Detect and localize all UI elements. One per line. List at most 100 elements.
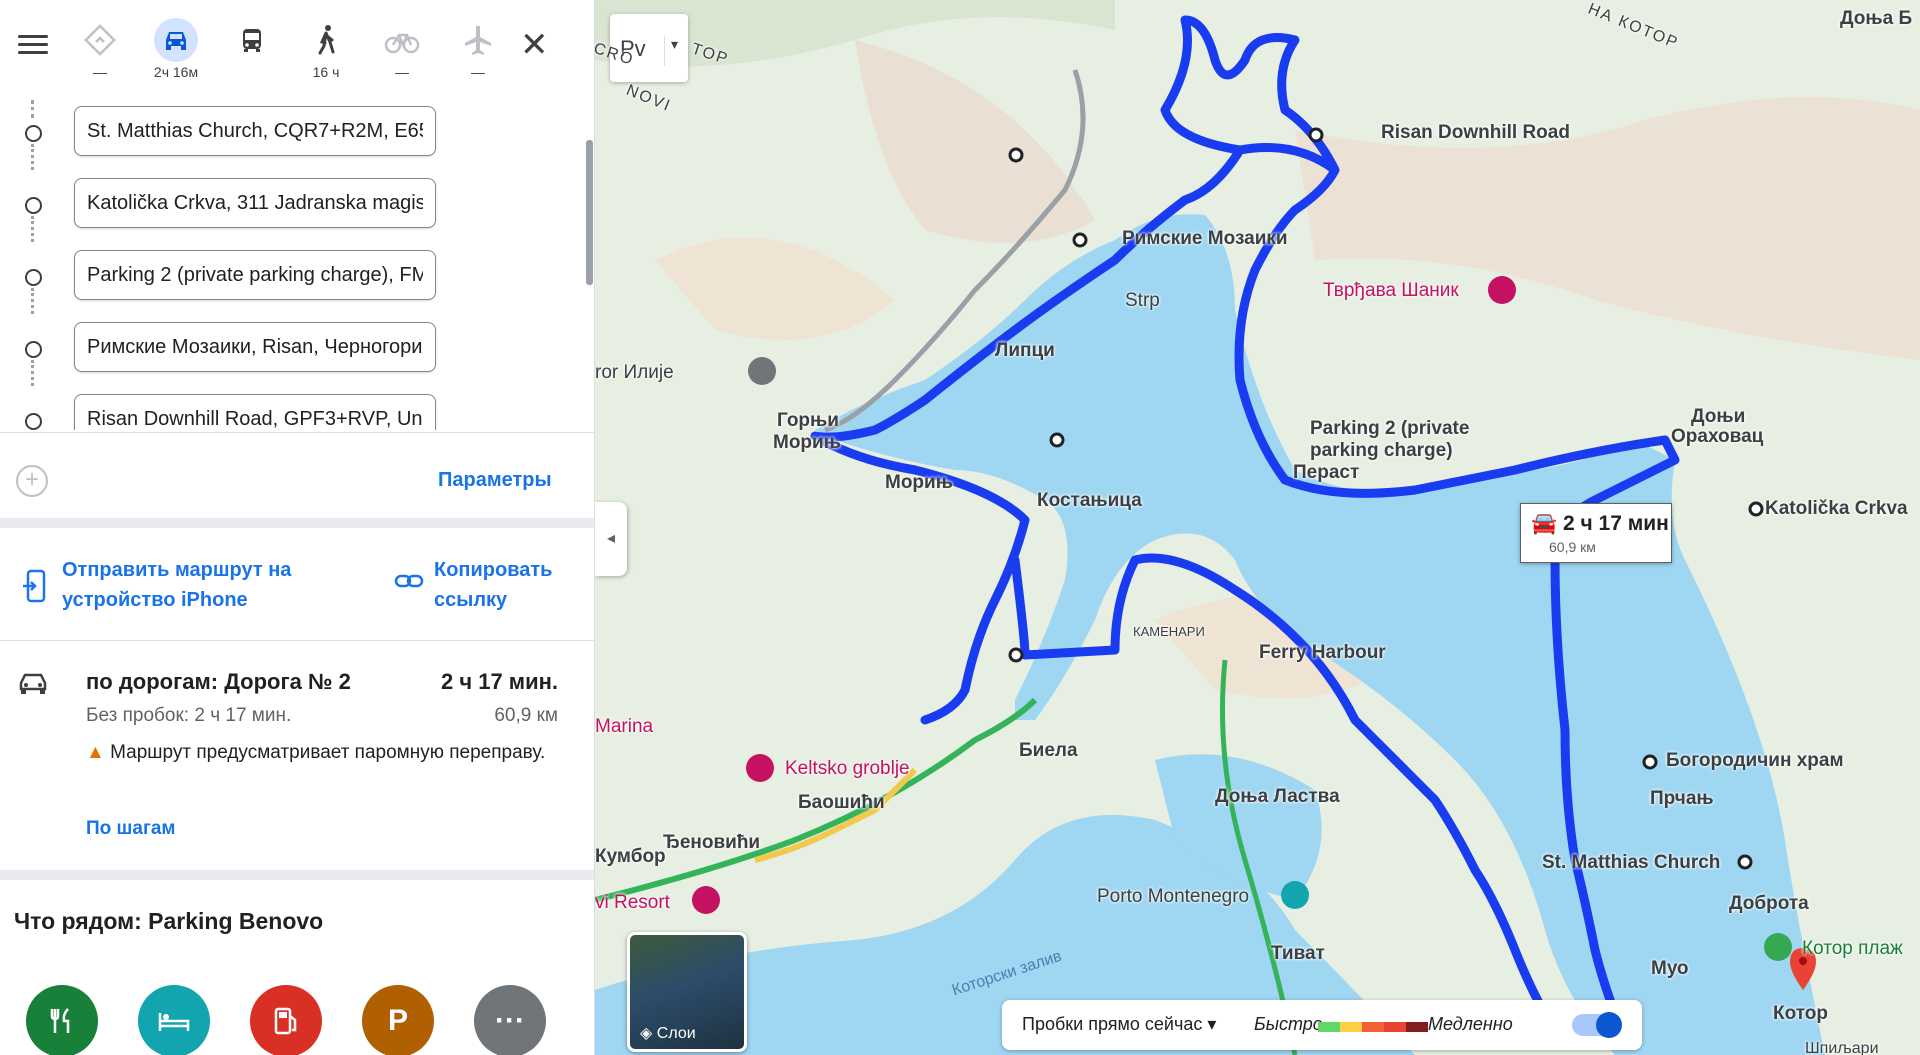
- map-label: Шпиљари: [1805, 1040, 1879, 1055]
- map-label[interactable]: Parking 2 (private: [1310, 418, 1469, 440]
- map-label[interactable]: Risan Downhill Road: [1381, 122, 1570, 144]
- traffic-select[interactable]: Пробки прямо сейчас ▾: [1022, 1014, 1216, 1035]
- map-label: Баошићи: [798, 792, 885, 813]
- add-destination-icon[interactable]: +: [16, 465, 48, 497]
- map-label: Доброта: [1729, 893, 1809, 914]
- chevron-down-icon[interactable]: ▾: [664, 36, 678, 66]
- map-label[interactable]: Katolička Crkva: [1765, 498, 1908, 520]
- map-label[interactable]: Keltsko groblje: [785, 758, 910, 780]
- map-label[interactable]: Тврђава Шаник: [1323, 280, 1459, 302]
- steps-link[interactable]: По шагам: [86, 818, 175, 840]
- warning-icon: ▲: [86, 742, 105, 763]
- options-link[interactable]: Параметры: [438, 469, 552, 492]
- mode-walking[interactable]: 16 ч: [286, 18, 366, 90]
- eta-distance: 60,9 км: [1549, 539, 1596, 555]
- divider: [0, 518, 594, 528]
- waypoint-row: [0, 322, 594, 386]
- traffic-color-jam: [1406, 1022, 1428, 1032]
- copy-link[interactable]: Копировать ссылку: [394, 555, 552, 615]
- waypoint-scrollbar[interactable]: [586, 140, 593, 285]
- map-label: Доња Ластва: [1215, 786, 1340, 807]
- map-canvas[interactable]: Рv ▾ ◂ Risan Downhill Road Римские Мозаи…: [595, 0, 1920, 1055]
- warning-text: Маршрут предусматривает паромную перепра…: [110, 742, 546, 763]
- map-label: Котор: [1773, 1003, 1828, 1024]
- traffic-color-heavy: [1384, 1022, 1406, 1032]
- travel-mode-bar: — 2ч 16м 16 ч — — ✕: [0, 0, 594, 96]
- route-summary[interactable]: по дорогам: Дорога № 2 2 ч 17 мин. Без п…: [0, 640, 594, 866]
- waypoint-list: [0, 100, 594, 430]
- waypoint-dot-icon: [25, 413, 42, 430]
- traffic-fast-label: Быстро: [1254, 1014, 1323, 1034]
- nearby-title: Что рядом: Parking Benovo: [14, 908, 324, 934]
- route-title: по дорогам: Дорога № 2: [86, 669, 351, 694]
- traffic-select-label: Пробки прямо сейчас: [1022, 1014, 1203, 1034]
- map-label: КАМЕНАРИ: [1133, 624, 1205, 639]
- best-route-icon: [78, 18, 122, 62]
- map-label[interactable]: Ferry Harbour: [1259, 642, 1386, 664]
- route-actions: Отправить маршрут на устройство iPhone К…: [0, 530, 594, 640]
- map-label[interactable]: Котор плаж: [1802, 938, 1903, 960]
- parking-icon[interactable]: P: [362, 985, 434, 1055]
- map-label: Доња Б: [1840, 8, 1913, 29]
- traffic-toggle[interactable]: [1572, 1012, 1622, 1038]
- traffic-color-moderate: [1340, 1022, 1362, 1032]
- menu-icon[interactable]: [18, 30, 48, 54]
- eta-time-text: 2 ч 17 мин: [1563, 512, 1669, 535]
- map-label[interactable]: Римские Мозаики: [1122, 228, 1288, 250]
- mode-transit[interactable]: [212, 18, 292, 90]
- route-eta-callout[interactable]: 🚘 2 ч 17 мин 60,9 км: [1520, 503, 1672, 563]
- map-label: Пераст: [1293, 462, 1360, 483]
- mode-best[interactable]: —: [60, 18, 140, 90]
- map-label[interactable]: Богородичин храм: [1666, 750, 1844, 772]
- map-label: Ораховац: [1671, 426, 1764, 447]
- send-to-device-icon: [22, 569, 48, 611]
- mode-cycling-time: —: [395, 64, 409, 80]
- map-label[interactable]: St. Matthias Church: [1542, 852, 1720, 874]
- map-label[interactable]: Marina: [595, 716, 653, 738]
- map-label[interactable]: Porto Montenegro: [1097, 886, 1249, 908]
- waypoint-input[interactable]: [74, 250, 436, 300]
- map-label: Тиват: [1271, 943, 1325, 964]
- collapse-panel-button[interactable]: ◂: [595, 502, 627, 576]
- ferry-warning: ▲ Маршрут предусматривает паромную переп…: [86, 737, 556, 769]
- waypoint-dot-icon: [25, 341, 42, 358]
- waypoint-row: [0, 100, 594, 170]
- mode-flights-time: —: [471, 64, 485, 80]
- layers-text: Слои: [656, 1025, 696, 1042]
- map-graphic: [595, 0, 1920, 1055]
- waypoint-input[interactable]: [74, 106, 436, 156]
- close-icon[interactable]: ✕: [520, 28, 549, 62]
- plane-icon: [456, 18, 500, 62]
- car-icon: [154, 18, 198, 62]
- eta-time: 🚘 2 ч 17 мин: [1531, 512, 1669, 536]
- more-icon[interactable]: ···: [474, 985, 546, 1055]
- hotel-icon[interactable]: [138, 985, 210, 1055]
- map-label[interactable]: parking charge): [1310, 440, 1453, 462]
- map-label[interactable]: vi Resort: [595, 892, 670, 914]
- route-no-traffic: Без пробок: 2 ч 17 мин.: [86, 705, 292, 726]
- waypoint-input[interactable]: [74, 178, 436, 228]
- mode-driving[interactable]: 2ч 16м: [136, 18, 216, 90]
- send-to-phone-link[interactable]: Отправить маршрут на устройство iPhone: [23, 555, 292, 615]
- map-label: Муо: [1651, 958, 1689, 979]
- mode-flights[interactable]: —: [438, 18, 518, 90]
- mode-cycling[interactable]: —: [362, 18, 442, 90]
- walk-icon: [304, 18, 348, 62]
- layers-button[interactable]: ◈ Слои: [627, 932, 747, 1052]
- map-label: Прчањ: [1650, 788, 1714, 809]
- waypoint-row: [0, 178, 594, 242]
- fuel-icon[interactable]: [250, 985, 322, 1055]
- layers-label: ◈ Слои: [640, 1023, 696, 1043]
- traffic-color-fast: [1318, 1022, 1340, 1032]
- bike-icon: [380, 18, 424, 62]
- map-label: Морињ: [773, 432, 841, 453]
- map-label: Костањица: [1037, 490, 1142, 511]
- waypoint-input[interactable]: [74, 394, 436, 430]
- send-line-2: устройство iPhone: [62, 589, 248, 611]
- send-line-1: Отправить маршрут на: [62, 559, 292, 581]
- chevron-down-icon: ▾: [1207, 1014, 1217, 1034]
- waypoint-input[interactable]: [74, 322, 436, 372]
- copy-line-2: ссылку: [434, 589, 508, 611]
- car-icon: [18, 671, 48, 704]
- restaurant-icon[interactable]: [26, 985, 98, 1055]
